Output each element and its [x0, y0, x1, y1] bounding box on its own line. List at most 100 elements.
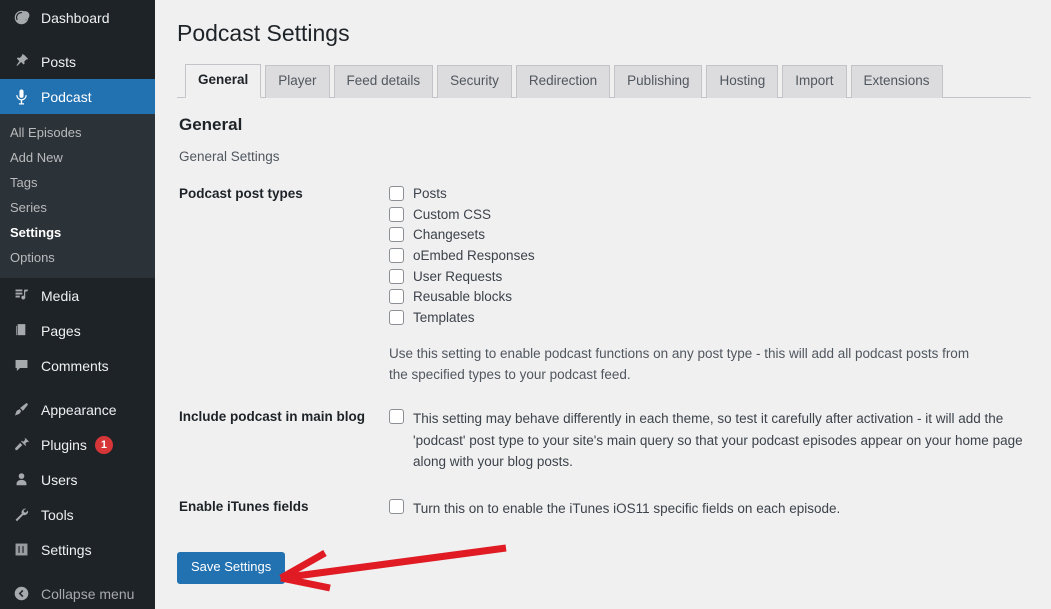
checkbox-row-oembed-responses[interactable]: oEmbed Responses: [389, 247, 1031, 265]
include-blog-label: Include podcast in main blog: [179, 409, 366, 425]
checkbox-row-itunes-fields[interactable]: Turn this on to enable the iTunes iOS11 …: [389, 498, 1031, 520]
page-title: Podcast Settings: [177, 20, 350, 46]
sidebar-gap-2: [0, 383, 155, 392]
dashboard-icon: [10, 8, 32, 28]
row-spacer-1: [177, 386, 1031, 408]
checkbox-templates[interactable]: [389, 310, 404, 326]
comments-icon: [10, 356, 32, 376]
checkbox-row-include-blog[interactable]: This setting may behave differently in e…: [389, 408, 1031, 473]
tab-extensions[interactable]: Extensions: [850, 65, 943, 98]
plug-icon: [10, 435, 32, 455]
submenu-item-settings[interactable]: Settings: [0, 220, 155, 245]
section-title: General: [179, 114, 243, 134]
checkbox-row-custom-css[interactable]: Custom CSS: [389, 206, 1031, 224]
sidebar-item-plugins[interactable]: Plugins 1: [0, 427, 155, 462]
submenu-item-series[interactable]: Series: [0, 195, 155, 220]
submenu-item-tags[interactable]: Tags: [0, 170, 155, 195]
sidebar-item-label: Posts: [41, 53, 77, 70]
sidebar-item-label: Settings: [41, 541, 92, 558]
sidebar-item-label: Plugins: [41, 436, 87, 453]
sidebar-item-dashboard[interactable]: Dashboard: [0, 0, 155, 35]
media-icon: [10, 286, 32, 306]
checkbox-label: Posts: [413, 185, 447, 201]
submenu-item-add-new[interactable]: Add New: [0, 145, 155, 170]
collapse-menu-button[interactable]: Collapse menu: [0, 576, 155, 609]
checkbox-label: Templates: [413, 310, 475, 326]
checkbox-row-changesets[interactable]: Changesets: [389, 226, 1031, 244]
section-description: General Settings: [179, 148, 280, 164]
itunes-fields-label: Enable iTunes fields: [179, 498, 309, 514]
form-row-itunes-fields: Enable iTunes fields Turn this on to ena…: [177, 498, 1031, 522]
sidebar-item-label: Users: [41, 471, 78, 488]
sidebar-item-pages[interactable]: Pages: [0, 313, 155, 348]
wrench-icon: [10, 505, 32, 525]
tab-redirection[interactable]: Redirection: [515, 65, 611, 98]
admin-sidebar: Dashboard Posts Podcast All Episodes Add…: [0, 0, 155, 609]
form-row-post-types: Podcast post types Posts Custom CSS Chan…: [177, 185, 1031, 386]
checkbox-row-templates[interactable]: Templates: [389, 309, 1031, 327]
checkbox-label: Reusable blocks: [413, 289, 513, 305]
checkbox-reusable-blocks[interactable]: [389, 289, 404, 305]
pages-icon: [10, 321, 32, 341]
sidebar-gap-1: [0, 35, 155, 44]
microphone-icon: [10, 87, 32, 107]
tab-feed-details[interactable]: Feed details: [333, 65, 434, 98]
checkbox-oembed-responses[interactable]: [389, 248, 404, 264]
checkbox-user-requests[interactable]: [389, 268, 404, 284]
checkbox-row-posts[interactable]: Posts: [389, 185, 1031, 203]
checkbox-posts[interactable]: [389, 185, 404, 201]
form-row-include-blog: Include podcast in main blog This settin…: [177, 408, 1031, 475]
user-icon: [10, 470, 32, 490]
checkbox-include-blog[interactable]: [389, 409, 404, 425]
sidebar-item-tools[interactable]: Tools: [0, 497, 155, 532]
submenu-item-options[interactable]: Options: [0, 245, 155, 270]
checkbox-custom-css[interactable]: [389, 206, 404, 222]
tab-player[interactable]: Player: [265, 65, 330, 98]
itunes-fields-description: Turn this on to enable the iTunes iOS11 …: [413, 500, 841, 516]
sidebar-item-comments[interactable]: Comments: [0, 348, 155, 383]
collapse-menu-label: Collapse menu: [41, 585, 135, 602]
itunes-fields-field: Turn this on to enable the iTunes iOS11 …: [389, 498, 1031, 522]
sidebar-item-users[interactable]: Users: [0, 462, 155, 497]
row-spacer-2: [177, 476, 1031, 498]
sidebar-item-media[interactable]: Media: [0, 278, 155, 313]
sidebar-item-label: Pages: [41, 322, 81, 339]
tab-import[interactable]: Import: [782, 65, 847, 98]
sidebar-item-label: Media: [41, 287, 80, 304]
sidebar-item-posts[interactable]: Posts: [0, 44, 155, 79]
checkbox-label: oEmbed Responses: [413, 248, 535, 264]
submenu-item-all-episodes[interactable]: All Episodes: [0, 120, 155, 145]
checkbox-label: User Requests: [413, 268, 503, 284]
post-types-help-text: Use this setting to enable podcast funct…: [389, 346, 970, 383]
wordpress-admin-screen: Dashboard Posts Podcast All Episodes Add…: [0, 0, 1051, 609]
tab-security[interactable]: Security: [437, 65, 512, 98]
sidebar-item-podcast[interactable]: Podcast: [0, 79, 155, 114]
post-types-label: Podcast post types: [179, 185, 303, 201]
checkbox-label: Changesets: [413, 227, 486, 243]
tab-general[interactable]: General: [185, 64, 262, 98]
checkbox-changesets[interactable]: [389, 227, 404, 243]
chevron-left-icon: [10, 585, 32, 602]
settings-tab-bar: General Player Feed details Security Red…: [177, 64, 1031, 98]
sidebar-item-settings[interactable]: Settings: [0, 532, 155, 567]
tab-hosting[interactable]: Hosting: [706, 65, 779, 98]
settings-form-table: Podcast post types Posts Custom CSS Chan…: [177, 185, 1031, 522]
checkbox-row-reusable-blocks[interactable]: Reusable blocks: [389, 288, 1031, 306]
include-blog-field: This setting may behave differently in e…: [389, 408, 1031, 475]
post-types-field: Posts Custom CSS Changesets oEmbed Respo…: [389, 185, 1031, 386]
sidebar-item-label: Podcast: [41, 88, 92, 105]
include-blog-description: This setting may behave differently in e…: [413, 411, 1023, 470]
podcast-submenu: All Episodes Add New Tags Series Setting…: [0, 114, 155, 278]
brush-icon: [10, 400, 32, 420]
save-settings-button[interactable]: Save Settings: [177, 551, 286, 584]
checkbox-row-user-requests[interactable]: User Requests: [389, 268, 1031, 286]
sidebar-item-label: Comments: [41, 357, 109, 374]
sidebar-item-appearance[interactable]: Appearance: [0, 392, 155, 427]
sidebar-item-label: Appearance: [41, 401, 117, 418]
checkbox-label: Custom CSS: [413, 206, 492, 222]
settings-icon: [10, 540, 32, 560]
checkbox-itunes-fields[interactable]: [389, 498, 404, 514]
tab-publishing[interactable]: Publishing: [614, 65, 703, 98]
pin-icon: [10, 52, 32, 72]
sidebar-gap-3: [0, 567, 155, 576]
